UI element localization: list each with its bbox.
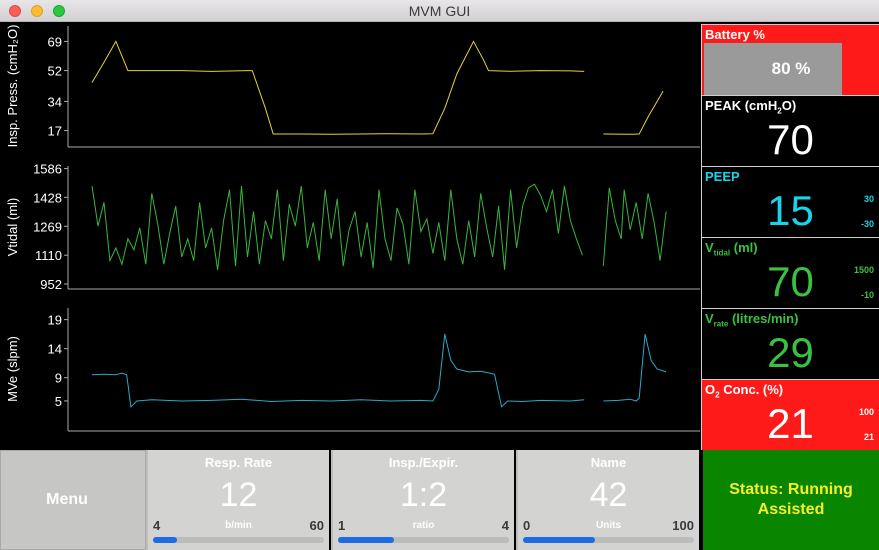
o2-min-alarm: 21 — [863, 432, 874, 442]
status-line-1: Status: Running — [729, 481, 853, 498]
app-window: MVM GUI 17 34 52 69 Insp. Press. (cmH₂O) 952 1… — [0, 0, 879, 550]
ie-ratio-max: 4 — [501, 518, 509, 533]
plot-1-tick-label: 69 — [48, 34, 62, 49]
o2-monitor: O2 Conc. (%) 21 100 21 — [701, 379, 879, 450]
peep-label: PEEP — [705, 169, 740, 184]
vtidal-min-alarm: -10 — [860, 290, 874, 300]
battery-label: Battery % — [705, 27, 765, 42]
plot-2-tick-label: 1110 — [35, 248, 62, 263]
peak-monitor: PEAK (cmH2O) 70 — [701, 95, 879, 166]
battery-monitor: Battery % 80 % — [701, 24, 879, 95]
vtidal-max-alarm: 1500 — [853, 265, 874, 275]
vrate-label: Vrate (litres/min) — [705, 311, 799, 329]
plot-2-tick-label: 952 — [40, 277, 62, 292]
plot-1-tick-label: 34 — [48, 94, 62, 109]
peep-max-alarm: 30 — [863, 194, 874, 204]
o2-label: O2 Conc. (%) — [705, 382, 784, 400]
plot-3-tick-label: 14 — [48, 342, 62, 357]
vtidal-monitor: Vtidal (ml) 70 1500 -10 — [701, 237, 879, 308]
o2-max-alarm: 100 — [858, 407, 874, 417]
resp-rate-value: 12 — [219, 476, 258, 514]
plot-1-series-segment — [603, 90, 664, 135]
vtidal-value: 70 — [767, 258, 814, 305]
plots-area: 17 34 52 69 Insp. Press. (cmH₂O) 952 1110 1269 1… — [0, 22, 700, 450]
name-slider-fill — [523, 537, 595, 543]
plot-1-tick-label: 52 — [48, 64, 62, 79]
ie-ratio-unit: ratio — [412, 520, 435, 531]
o2-value: 21 — [767, 400, 814, 447]
ie-ratio-label: Insp./Expir. — [388, 455, 459, 470]
window-title: MVM GUI — [408, 3, 471, 19]
plots-canvas: 17 34 52 69 Insp. Press. (cmH₂O) 952 1110 1269 1… — [5, 25, 700, 432]
plot-1-tick-label: 17 — [48, 124, 62, 139]
plot-2-tick-label: 1428 — [33, 190, 62, 205]
resp-rate-slider[interactable] — [153, 537, 324, 543]
peep-monitor: PEEP 15 30 -30 — [701, 166, 879, 237]
vrate-value: 29 — [767, 329, 814, 376]
resp-rate-slider-fill — [153, 537, 177, 543]
plot-2-tick-label: 1269 — [33, 219, 62, 234]
name-value: 42 — [589, 476, 628, 514]
vrate-monitor: Vrate (litres/min) 29 — [701, 308, 879, 379]
ie-ratio-value: 1:2 — [399, 476, 448, 514]
status-indicator[interactable]: Status: Running Assisted — [703, 450, 879, 550]
name-label: Name — [590, 455, 627, 470]
ie-ratio-control[interactable]: Insp./Expir. 1:2 1 ratio 4 — [331, 450, 514, 550]
title-bar: MVM GUI — [0, 0, 879, 22]
resp-rate-unit: b/min — [225, 520, 252, 531]
plot-3-tick-label: 19 — [48, 313, 62, 328]
plot-2-series-segment — [91, 183, 583, 270]
ie-ratio-slider[interactable] — [338, 537, 509, 543]
battery-value: 80 % — [771, 59, 811, 78]
name-control[interactable]: Name 42 0 Units 100 — [516, 450, 699, 550]
peak-label: PEAK (cmH2O) — [705, 98, 797, 116]
plot-2-y-label: Vtidal (ml) — [5, 198, 20, 257]
plot-2-tick-label: 1586 — [33, 162, 62, 177]
resp-rate-max: 60 — [309, 518, 324, 533]
plot-3-series-segment — [91, 333, 585, 408]
peak-value: 70 — [767, 116, 814, 163]
ie-ratio-slider-fill — [338, 537, 395, 543]
name-slider[interactable] — [523, 537, 694, 543]
plot-1-y-label: Insp. Press. (cmH₂O) — [5, 25, 20, 148]
plot-3-series-segment — [603, 333, 667, 402]
plot-3-y-label: MVe (slpm) — [5, 336, 20, 402]
bottom-bar: Menu Resp. Rate 12 4 b/min 60 Insp./Expi… — [0, 450, 879, 550]
peep-value: 15 — [767, 187, 814, 234]
status-line-2: Assisted — [757, 501, 825, 518]
plot-1-series-segment — [91, 40, 585, 135]
resp-rate-label: Resp. Rate — [204, 455, 273, 470]
resp-rate-control[interactable]: Resp. Rate 12 4 b/min 60 — [146, 450, 329, 550]
plot-2-series-segment — [602, 187, 667, 267]
plot-3-tick-label: 9 — [55, 371, 62, 386]
peep-min-alarm: -30 — [860, 219, 874, 229]
name-max: 100 — [672, 518, 694, 533]
menu-button[interactable]: Menu — [0, 450, 146, 550]
vtidal-label: Vtidal (ml) — [705, 240, 758, 258]
plot-3-tick-label: 5 — [55, 394, 62, 409]
